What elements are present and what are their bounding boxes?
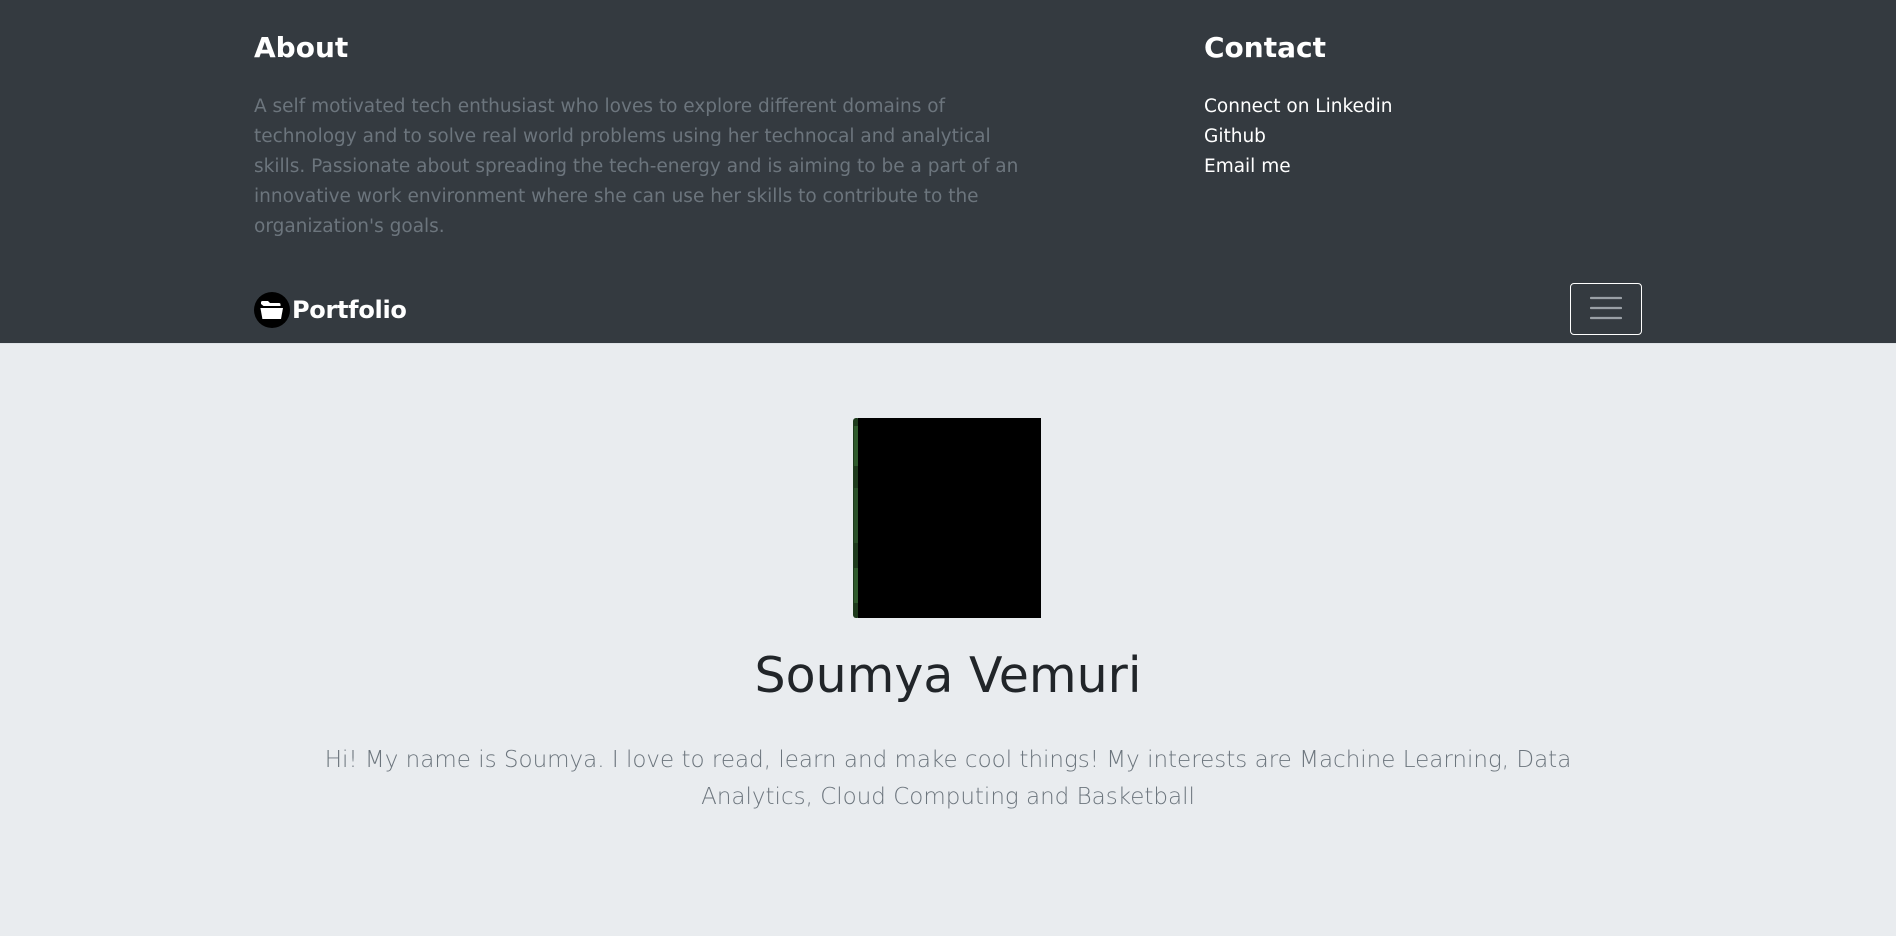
profile-photo	[853, 418, 1041, 618]
about-text: A self motivated tech enthusiast who lov…	[254, 96, 1019, 237]
contact-list: Connect on Linkedin Github Email me	[1204, 92, 1644, 182]
about-heading: About	[254, 31, 349, 64]
folder-icon	[254, 292, 290, 328]
about-section: About A self motivated tech enthusiast w…	[254, 26, 1044, 242]
navbar-brand[interactable]: Portfolio	[254, 290, 407, 330]
email-link[interactable]: Email me	[1204, 156, 1291, 177]
linkedin-link[interactable]: Connect on Linkedin	[1204, 96, 1393, 117]
brand-label: Portfolio	[292, 296, 407, 324]
profile-name: Soumya Vemuri	[754, 647, 1142, 704]
contact-list-item: Connect on Linkedin	[1204, 92, 1644, 122]
navbar: Portfolio	[0, 280, 1896, 344]
navbar-toggler-button[interactable]	[1570, 283, 1642, 335]
contact-list-item: Email me	[1204, 152, 1644, 182]
profile-lead: Hi! My name is Soumya. I love to read, l…	[324, 747, 1572, 810]
contact-section: Contact Connect on Linkedin Github Email…	[1204, 26, 1644, 182]
github-link[interactable]: Github	[1204, 126, 1266, 147]
contact-heading: Contact	[1204, 31, 1326, 64]
contact-list-item: Github	[1204, 122, 1644, 152]
hero-section: Soumya Vemuri Hi! My name is Soumya. I l…	[0, 344, 1896, 936]
hamburger-menu-icon	[1589, 294, 1623, 325]
navbar-collapse-panel: About A self motivated tech enthusiast w…	[0, 0, 1896, 280]
